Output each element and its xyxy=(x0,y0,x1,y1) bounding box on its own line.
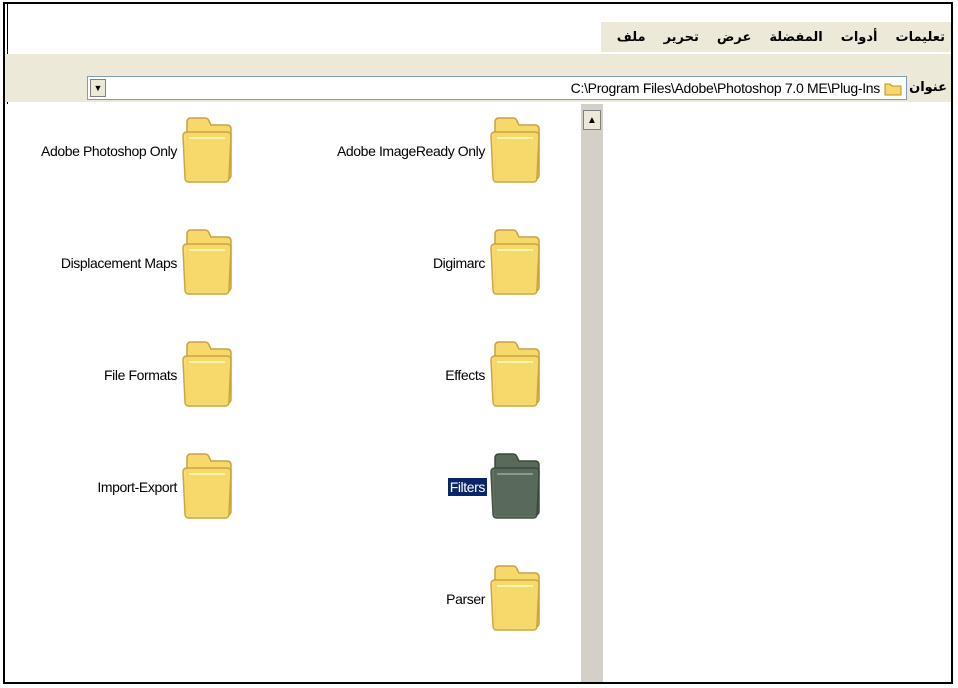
folder-label[interactable]: Import-Export xyxy=(95,478,179,496)
folder-item[interactable]: Effects xyxy=(443,340,543,410)
folder-icon[interactable] xyxy=(487,340,543,410)
folder-view: Adobe Photoshop Only Adobe ImageReady Onl… xyxy=(5,104,593,682)
folder-item[interactable]: Adobe ImageReady Only xyxy=(335,116,543,186)
menu-view[interactable]: عرض xyxy=(717,30,751,45)
folder-icon[interactable] xyxy=(487,452,543,522)
folder-label[interactable]: Digimarc xyxy=(431,254,487,272)
folder-item[interactable]: Displacement Maps xyxy=(59,228,235,298)
folder-icon[interactable] xyxy=(179,340,235,410)
dropdown-arrow-icon[interactable]: ▼ xyxy=(90,79,106,97)
address-input[interactable]: ▼ C:\Program Files\Adobe\Photoshop 7.0 M… xyxy=(87,76,907,100)
menu-help[interactable]: تعليمات xyxy=(896,30,946,45)
folder-item[interactable]: Filters xyxy=(447,452,543,522)
folder-label[interactable]: Parser xyxy=(444,590,487,608)
right-pane xyxy=(603,104,951,682)
folder-item[interactable]: Adobe Photoshop Only xyxy=(39,116,235,186)
folder-label[interactable]: Adobe Photoshop Only xyxy=(39,142,179,160)
folder-icon[interactable] xyxy=(487,116,543,186)
folder-label[interactable]: File Formats xyxy=(102,366,179,384)
folder-icon xyxy=(884,83,902,96)
folder-icon[interactable] xyxy=(487,564,543,634)
folder-label[interactable]: Effects xyxy=(443,366,487,384)
folder-icon[interactable] xyxy=(179,228,235,298)
menu-edit[interactable]: تحرير xyxy=(664,30,699,45)
menubar: ملف تحرير عرض المفضلة أدوات تعليمات xyxy=(617,24,945,50)
window-frame: ملف تحرير عرض المفضلة أدوات تعليمات عنوا… xyxy=(3,2,953,684)
menu-file[interactable]: ملف xyxy=(617,30,646,45)
folder-item[interactable]: File Formats xyxy=(102,340,235,410)
folder-item[interactable]: Import-Export xyxy=(95,452,235,522)
folder-icon[interactable] xyxy=(179,116,235,186)
vertical-scrollbar[interactable]: ▲ xyxy=(581,104,603,682)
folder-icon[interactable] xyxy=(487,228,543,298)
address-bar: عنوان ▼ C:\Program Files\Adobe\Photoshop… xyxy=(5,54,951,102)
folder-label[interactable]: Filters xyxy=(447,478,487,496)
folder-icon[interactable] xyxy=(179,452,235,522)
address-path[interactable]: C:\Program Files\Adobe\Photoshop 7.0 ME\… xyxy=(571,80,881,96)
menu-tools[interactable]: أدوات xyxy=(841,30,878,45)
scroll-up-arrow-icon[interactable]: ▲ xyxy=(583,110,601,130)
folder-item[interactable]: Digimarc xyxy=(431,228,543,298)
address-label: عنوان xyxy=(909,80,947,95)
menu-favorites[interactable]: المفضلة xyxy=(769,30,822,45)
folder-label[interactable]: Adobe ImageReady Only xyxy=(335,142,487,160)
folder-label[interactable]: Displacement Maps xyxy=(59,254,179,272)
folder-item[interactable]: Parser xyxy=(444,564,543,634)
